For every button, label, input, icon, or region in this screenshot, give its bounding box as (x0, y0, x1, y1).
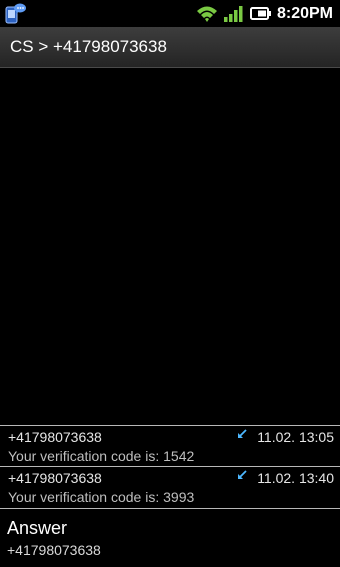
status-bar: 8:20PM (0, 0, 340, 27)
message-sender: +41798073638 (8, 429, 102, 445)
message-date: 11.02. 13:40 (257, 470, 334, 486)
answer-number: +41798073638 (7, 542, 101, 558)
incoming-arrow-icon (238, 429, 247, 438)
page-title: CS > +41798073638 (10, 37, 167, 56)
sms-screen: 8:20PM CS > +41798073638 +41798073638 11… (0, 0, 340, 567)
message-date: 11.02. 13:05 (257, 429, 334, 445)
sms-notification-icon[interactable] (5, 2, 27, 24)
message-body: Your verification code is: 1542 (8, 448, 195, 464)
message-item[interactable]: +41798073638 11.02. 13:05 Your verificat… (0, 425, 340, 467)
signal-icon (224, 6, 243, 22)
battery-icon (250, 7, 271, 20)
answer-button[interactable]: Answer +41798073638 (0, 509, 340, 567)
answer-label: Answer (7, 518, 68, 538)
message-body: Your verification code is: 3993 (8, 489, 195, 505)
message-item[interactable]: +41798073638 11.02. 13:40 Your verificat… (0, 466, 340, 508)
incoming-arrow-icon (238, 470, 247, 479)
message-sender: +41798073638 (8, 470, 102, 486)
status-time: 8:20PM (276, 5, 333, 22)
title-bar: CS > +41798073638 (0, 27, 340, 68)
wifi-icon (197, 6, 217, 22)
